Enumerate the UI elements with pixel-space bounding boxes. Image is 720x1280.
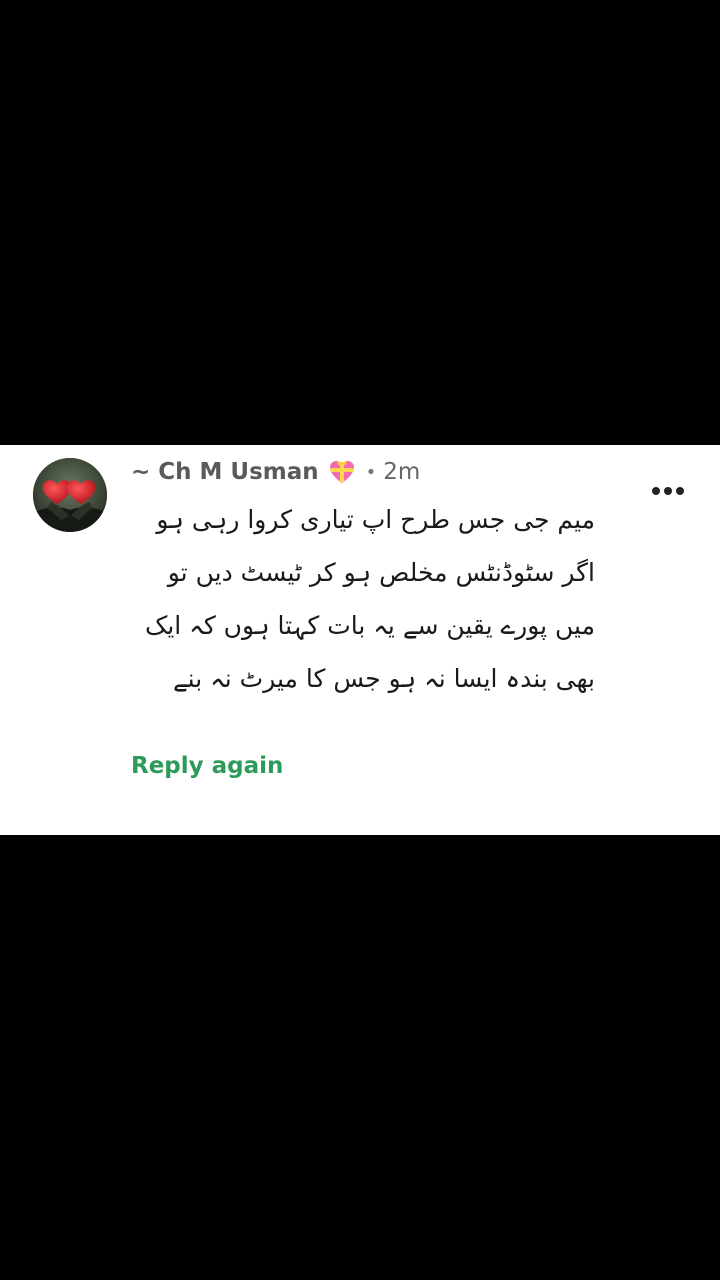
more-options-icon	[652, 487, 684, 495]
comment-timestamp: 2m	[383, 459, 421, 485]
more-options-button[interactable]	[646, 479, 690, 503]
comment-header: ~ Ch M Usman • 2m	[131, 453, 420, 491]
reply-again-button[interactable]: Reply again	[131, 753, 283, 779]
avatar[interactable]	[33, 458, 107, 532]
comment-card: ~ Ch M Usman • 2m میم جی جس طرح اپ تیاری…	[0, 445, 720, 835]
comment-body: میم جی جس طرح اپ تیاری کروا رہی ہو اگر س…	[144, 505, 595, 693]
meta-separator: •	[365, 461, 377, 483]
author-name[interactable]: ~ Ch M Usman	[131, 459, 319, 485]
screen: ~ Ch M Usman • 2m میم جی جس طرح اپ تیاری…	[0, 0, 720, 1280]
gift-heart-icon	[327, 459, 357, 485]
